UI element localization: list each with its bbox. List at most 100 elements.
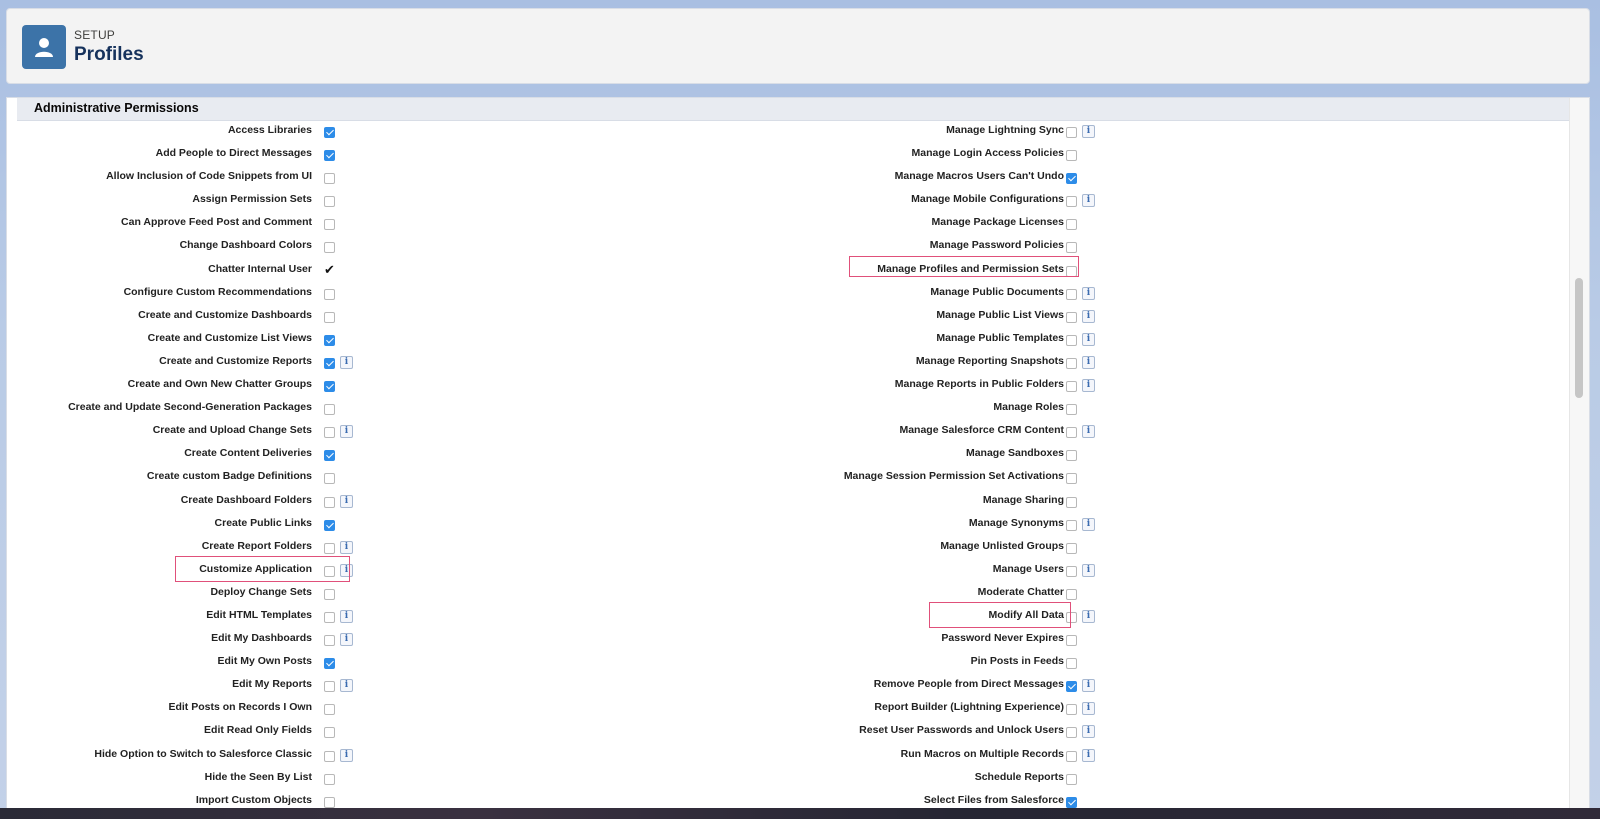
info-icon[interactable]: i xyxy=(340,563,353,577)
permission-label: Manage Public List Views xyxy=(936,308,1064,321)
permission-checkbox[interactable] xyxy=(324,750,335,762)
permission-checkbox[interactable] xyxy=(1066,288,1077,300)
permission-checkbox[interactable] xyxy=(1066,519,1077,531)
scrollbar[interactable] xyxy=(1569,98,1589,808)
permission-checkbox[interactable] xyxy=(324,473,335,485)
permission-checkbox[interactable] xyxy=(1066,150,1077,162)
permission-checkbox[interactable] xyxy=(1066,565,1077,577)
permission-checkbox[interactable] xyxy=(324,635,335,647)
permission-checkbox[interactable] xyxy=(1066,381,1077,393)
permission-checkbox[interactable] xyxy=(1066,773,1077,785)
permission-checkbox[interactable] xyxy=(324,219,335,231)
permission-checkbox[interactable] xyxy=(324,288,335,300)
permission-row-manage-public-list-views: Manage Public List Views i xyxy=(797,305,1569,328)
permission-checkbox[interactable] xyxy=(1066,242,1077,254)
permission-checkbox[interactable] xyxy=(324,519,335,531)
permission-checkbox[interactable] xyxy=(1066,473,1077,485)
info-icon[interactable]: i xyxy=(340,494,353,508)
permission-checkbox[interactable] xyxy=(324,334,335,346)
permission-checkbox[interactable] xyxy=(324,773,335,785)
permission-checkbox[interactable] xyxy=(324,357,335,369)
permission-checkbox[interactable] xyxy=(324,404,335,416)
permission-checkbox[interactable] xyxy=(1066,427,1077,439)
permission-checkbox[interactable] xyxy=(324,796,335,808)
info-icon[interactable]: i xyxy=(1082,286,1095,300)
permission-checkbox[interactable] xyxy=(324,150,335,162)
permission-label: Hide Option to Switch to Salesforce Clas… xyxy=(94,747,312,760)
permission-row-manage-login-access-policies: Manage Login Access Policies xyxy=(797,143,1569,166)
info-icon[interactable]: i xyxy=(1082,125,1095,138)
info-icon[interactable]: i xyxy=(1082,379,1095,393)
permission-checkbox[interactable] xyxy=(1066,542,1077,554)
info-icon[interactable]: i xyxy=(1082,355,1095,369)
info-icon[interactable]: i xyxy=(340,609,353,623)
permission-checkbox[interactable] xyxy=(1066,404,1077,416)
permission-row-create-content-deliveries: Create Content Deliveries xyxy=(17,443,797,466)
permission-label: Change Dashboard Colors xyxy=(179,239,312,252)
permission-checkbox[interactable] xyxy=(1066,127,1077,138)
permission-checkbox[interactable] xyxy=(1066,496,1077,508)
permission-checkbox[interactable] xyxy=(1066,196,1077,208)
info-icon[interactable]: i xyxy=(340,633,353,647)
info-icon[interactable]: i xyxy=(1082,309,1095,323)
permission-checkbox[interactable] xyxy=(1066,727,1077,739)
info-icon[interactable]: i xyxy=(1082,748,1095,762)
info-icon[interactable]: i xyxy=(340,679,353,693)
permission-checkbox[interactable] xyxy=(324,727,335,739)
permission-checkbox[interactable] xyxy=(1066,588,1077,600)
info-icon[interactable]: i xyxy=(340,355,353,369)
permission-checkbox[interactable] xyxy=(324,173,335,185)
permission-checkbox[interactable] xyxy=(324,427,335,439)
info-icon[interactable]: i xyxy=(1082,679,1095,693)
permission-checkbox[interactable] xyxy=(324,196,335,208)
info-icon[interactable]: i xyxy=(340,748,353,762)
info-icon[interactable]: i xyxy=(1082,332,1095,346)
permission-label: Create Report Folders xyxy=(201,539,312,552)
permission-checkbox[interactable] xyxy=(324,704,335,716)
info-icon[interactable]: i xyxy=(1082,517,1095,531)
permission-checkbox[interactable] xyxy=(1066,334,1077,346)
permission-checkbox[interactable] xyxy=(1066,611,1077,623)
permission-checkbox[interactable] xyxy=(324,127,335,138)
permission-label: Allow Inclusion of Code Snippets from UI xyxy=(106,170,312,183)
info-icon[interactable]: i xyxy=(1082,425,1095,439)
info-icon[interactable]: i xyxy=(1082,563,1095,577)
permission-checkbox[interactable] xyxy=(1066,658,1077,670)
permission-checkbox[interactable] xyxy=(1066,450,1077,462)
permission-checkbox[interactable] xyxy=(1066,265,1077,277)
info-icon[interactable]: i xyxy=(1082,609,1095,623)
permission-checkbox[interactable] xyxy=(324,565,335,577)
permission-label: Create Dashboard Folders xyxy=(180,493,312,506)
info-icon[interactable]: i xyxy=(340,425,353,439)
permission-checkbox[interactable] xyxy=(324,242,335,254)
info-icon[interactable]: i xyxy=(1082,725,1095,739)
info-icon[interactable]: i xyxy=(1082,194,1095,208)
permission-checkbox[interactable] xyxy=(324,611,335,623)
permission-checkbox[interactable] xyxy=(324,681,335,693)
permission-checkbox[interactable] xyxy=(1066,796,1077,808)
permission-checkbox[interactable] xyxy=(1066,681,1077,693)
permission-checkbox[interactable] xyxy=(1066,635,1077,647)
info-icon[interactable]: i xyxy=(340,540,353,554)
permission-row-access-libraries: Access Libraries xyxy=(17,120,797,143)
permission-checkbox[interactable] xyxy=(324,588,335,600)
permission-checkbox[interactable] xyxy=(324,496,335,508)
permission-label: Customize Application xyxy=(199,562,312,575)
permission-checkbox[interactable] xyxy=(1066,357,1077,369)
permission-checkbox[interactable] xyxy=(324,311,335,323)
permission-label: Edit Read Only Fields xyxy=(204,724,312,737)
permission-label: Manage Package Licenses xyxy=(931,216,1065,229)
permission-checkbox[interactable] xyxy=(1066,704,1077,716)
permission-checkbox[interactable] xyxy=(324,658,335,670)
permission-checkbox[interactable] xyxy=(324,450,335,462)
permission-checkbox[interactable] xyxy=(1066,173,1077,185)
permission-row-create-and-own-new-chatter-groups: Create and Own New Chatter Groups xyxy=(17,374,797,397)
permission-row-create-and-customize-dashboards: Create and Customize Dashboards xyxy=(17,305,797,328)
scroll-thumb[interactable] xyxy=(1575,278,1583,398)
permission-checkbox[interactable] xyxy=(1066,750,1077,762)
permission-checkbox[interactable] xyxy=(1066,311,1077,323)
info-icon[interactable]: i xyxy=(1082,702,1095,716)
permission-checkbox[interactable] xyxy=(324,381,335,393)
permission-checkbox[interactable] xyxy=(1066,219,1077,231)
permission-checkbox[interactable] xyxy=(324,542,335,554)
